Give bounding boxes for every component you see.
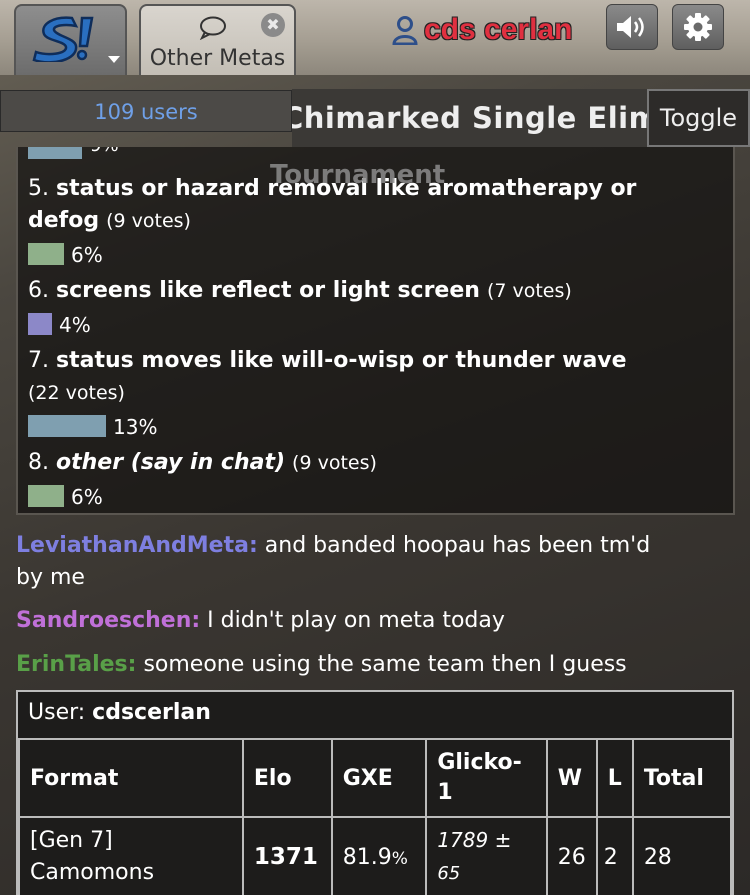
- col-format: Format: [18, 738, 244, 818]
- poll-pct: 6%: [71, 243, 103, 267]
- col-l: L: [595, 738, 634, 818]
- user-icon: [392, 16, 418, 45]
- cell-glicko: 1789 ± 65: [425, 816, 548, 895]
- option-number: 5.: [28, 176, 49, 201]
- room-title: Chimarked Single Elimination: [292, 101, 647, 135]
- tab-other-metas[interactable]: ✖ Other Metas: [139, 4, 296, 75]
- chat-text: someone using the same team then I guess: [143, 652, 627, 677]
- col-gxe: GXE: [330, 738, 428, 818]
- chat-message: Sandroeschen: I didn't play on meta toda…: [16, 605, 505, 637]
- close-tab-button[interactable]: ✖: [261, 13, 285, 37]
- tab-label: Other Metas: [149, 46, 286, 71]
- poll-bar: [28, 485, 64, 507]
- option-number: 7.: [28, 348, 49, 373]
- user-menu[interactable]: cds cerlan: [392, 12, 572, 48]
- gxe-value: 81.9: [342, 844, 392, 870]
- col-elo: Elo: [241, 738, 333, 818]
- option-votes: (7 votes): [486, 280, 572, 302]
- toggle-button[interactable]: Toggle: [647, 89, 750, 147]
- gear-icon: [684, 13, 712, 41]
- poll-pct: 4%: [59, 313, 91, 337]
- poll-pct: 13%: [113, 415, 158, 439]
- chat-username[interactable]: Sandroeschen:: [16, 608, 200, 633]
- ladder-rank-box: User: cdscerlan Format Elo GXE Glicko-1 …: [16, 690, 734, 895]
- volume-icon: [617, 16, 644, 38]
- room-title-bar: Chimarked Single Elimination: [292, 89, 647, 147]
- option-text: other (say in chat): [56, 450, 286, 475]
- table-header-row: Format Elo GXE Glicko-1 W L Total: [18, 738, 733, 818]
- chat-message: ErinTales: someone using the same team t…: [16, 649, 627, 681]
- rank-user-name: cdscerlan: [92, 700, 211, 725]
- option-number: 8.: [28, 450, 49, 475]
- sound-button[interactable]: [606, 4, 658, 50]
- col-w: W: [545, 738, 598, 818]
- col-glicko: Glicko-1: [425, 738, 548, 818]
- main-menu-button[interactable]: [14, 4, 127, 75]
- cell-gxe: 81.9%: [330, 816, 428, 895]
- poll-option-8: 8. other (say in chat) (9 votes): [28, 447, 377, 479]
- cell-w: 26: [545, 816, 598, 895]
- option-votes: (22 votes): [28, 382, 125, 404]
- glicko-deviation: 65: [437, 863, 461, 884]
- glicko-value: 1789 ±: [437, 828, 512, 852]
- chat-bubble-icon: [199, 16, 226, 40]
- poll-option-7: 7. status moves like will-o-wisp or thun…: [28, 345, 627, 409]
- cell-elo: 1371: [241, 816, 333, 895]
- chevron-down-icon: [108, 56, 120, 63]
- poll-bar: [28, 415, 106, 437]
- poll-bar-top: [28, 147, 82, 159]
- option-text: status moves like will-o-wisp or thunder…: [56, 348, 627, 373]
- gxe-unit: %: [391, 848, 408, 869]
- poll-bar: [28, 243, 64, 265]
- chat-username[interactable]: LeviathanAndMeta:: [16, 533, 258, 558]
- poll-option-6: 6. screens like reflect or light screen …: [28, 275, 572, 307]
- chat-message: LeviathanAndMeta: and banded hoopau has …: [16, 530, 650, 594]
- option-text-cont: defog: [28, 208, 100, 233]
- poll-pct: 6%: [71, 485, 103, 509]
- user-list-button[interactable]: 109 users: [0, 90, 292, 132]
- showdown-logo-icon: [32, 16, 94, 62]
- cell-l: 2: [595, 816, 634, 895]
- username[interactable]: cds cerlan: [424, 13, 572, 47]
- chat-text: and banded hoopau has been tm'd: [264, 533, 651, 558]
- table-row: [Gen 7] Camomons 1371 81.9% 1789 ±65 26 …: [18, 816, 733, 895]
- cell-format: [Gen 7] Camomons: [18, 816, 244, 895]
- rank-table: Format Elo GXE Glicko-1 W L Total [Gen 7…: [18, 738, 733, 895]
- room-title-overflow: Tournament: [270, 160, 446, 190]
- poll-pct-top: 9%: [90, 135, 119, 156]
- chat-text: I didn't play on meta today: [207, 608, 505, 633]
- cell-total: 28: [631, 816, 733, 895]
- rank-user-label: User:: [28, 700, 86, 725]
- option-votes: (9 votes): [292, 452, 377, 474]
- chat-username[interactable]: ErinTales:: [16, 652, 136, 677]
- chat-text-cont: by me: [16, 565, 85, 590]
- col-total: Total: [631, 738, 733, 818]
- poll-bar: [28, 313, 52, 335]
- poll-box: 9% 5. status or hazard removal like arom…: [16, 147, 735, 515]
- option-text: screens like reflect or light screen: [56, 278, 480, 303]
- option-number: 6.: [28, 278, 49, 303]
- option-votes: (9 votes): [106, 210, 191, 232]
- settings-button[interactable]: [672, 4, 724, 50]
- rank-user: User: cdscerlan: [28, 700, 211, 725]
